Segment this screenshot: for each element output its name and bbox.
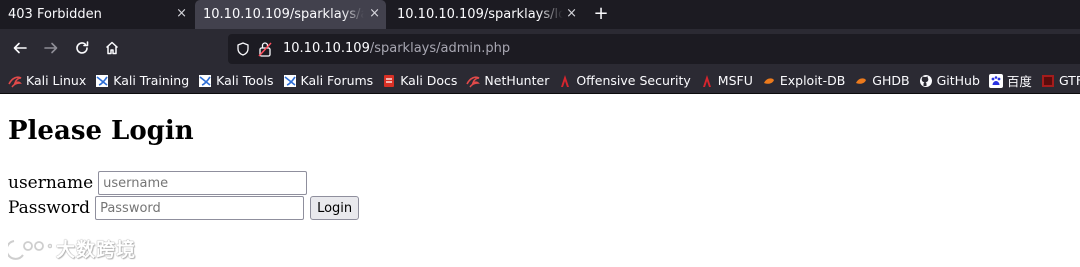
bookmark-kali-linux[interactable]: Kali Linux <box>8 70 86 92</box>
msfu-icon <box>700 74 714 88</box>
close-icon[interactable]: × <box>176 6 187 21</box>
url-bar[interactable]: 10.10.10.109/sparklays/admin.php <box>228 34 1080 64</box>
gtfobins-icon <box>1041 74 1055 88</box>
bookmark-kali-tools[interactable]: Kali Tools <box>198 70 274 92</box>
bookmarks-toolbar: Kali Linux Kali Training Kali Tools Kali… <box>0 68 1080 94</box>
password-row: Password Login <box>8 196 360 220</box>
home-button[interactable] <box>102 38 122 58</box>
bookmark-github[interactable]: GitHub <box>919 70 980 92</box>
url-path: /sparklays/admin.php <box>369 41 511 56</box>
home-icon <box>105 41 119 55</box>
bookmark-label: NetHunter <box>484 73 550 88</box>
arrow-right-icon <box>44 42 58 54</box>
username-row: username <box>8 171 308 195</box>
bookmark-label: 百度 <box>1006 74 1032 89</box>
bookmark-kali-docs[interactable]: Kali Docs <box>382 70 457 92</box>
bookmark-gtfobins[interactable]: GTFOBins <box>1041 70 1080 92</box>
bookmark-label: GTFOBins <box>1058 73 1080 88</box>
username-input[interactable] <box>98 171 308 195</box>
arrow-left-icon <box>13 42 27 54</box>
bookmark-nethunter[interactable]: NetHunter <box>466 70 549 92</box>
kali-tools-icon <box>198 74 212 88</box>
bookmark-label: Kali Training <box>113 73 190 88</box>
bookmark-label: Kali Forums <box>300 73 374 88</box>
forward-button[interactable] <box>41 38 61 58</box>
tab-403-forbidden[interactable]: 403 Forbidden × <box>0 0 193 29</box>
watermark-text: 大数跨境 <box>56 239 137 261</box>
page-content: Please Login username Password Login 大数跨… <box>0 95 1080 267</box>
bookmark-baidu[interactable]: 百度 <box>988 70 1032 92</box>
tab-admin-php[interactable]: 10.10.10.109/sparklays/admin.php × <box>195 0 386 29</box>
tab-title: 10.10.10.109/sparklays/login.php <box>397 7 563 22</box>
ghdb-icon <box>854 74 868 88</box>
tab-title: 10.10.10.109/sparklays/admin.php <box>203 7 367 22</box>
bookmark-exploit-db[interactable]: Exploit-DB <box>762 70 845 92</box>
password-input[interactable] <box>95 196 305 220</box>
bookmark-label: Offensive Security <box>576 73 691 88</box>
nethunter-icon <box>466 74 481 88</box>
watermark: 大数跨境 <box>8 235 136 262</box>
bookmark-kali-training[interactable]: Kali Training <box>95 70 189 92</box>
github-icon <box>919 74 933 88</box>
tab-strip: 403 Forbidden × 10.10.10.109/sparklays/a… <box>0 0 1080 29</box>
watermark-logo-icon <box>8 239 52 260</box>
username-label: username <box>8 173 94 193</box>
bookmark-kali-forums[interactable]: Kali Forums <box>283 70 374 92</box>
kali-dragon-icon <box>8 74 22 88</box>
bookmark-ghdb[interactable]: GHDB <box>854 70 910 92</box>
reload-button[interactable] <box>72 38 92 58</box>
reload-icon <box>76 41 89 54</box>
bookmark-offensive-security[interactable]: Offensive Security <box>558 70 691 92</box>
insecure-lock-icon[interactable] <box>258 41 272 57</box>
tracking-shield-icon[interactable] <box>236 42 250 56</box>
url-text[interactable]: 10.10.10.109/sparklays/admin.php <box>283 40 510 58</box>
bookmark-label: Kali Tools <box>216 73 274 88</box>
kali-training-icon <box>95 74 109 88</box>
url-host: 10.10.10.109 <box>283 41 370 56</box>
baidu-icon <box>988 73 1003 88</box>
navigation-toolbar: 10.10.10.109/sparklays/admin.php <box>0 29 1080 68</box>
bookmark-label: Kali Linux <box>26 73 87 88</box>
page-title: Please Login <box>8 116 194 146</box>
new-tab-button[interactable]: + <box>592 4 610 24</box>
login-button[interactable]: Login <box>310 196 360 220</box>
bookmark-label: Exploit-DB <box>779 73 846 88</box>
close-icon[interactable]: × <box>369 6 380 21</box>
tab-title: 403 Forbidden <box>8 7 102 22</box>
password-label: Password <box>8 198 91 218</box>
kali-docs-icon <box>382 74 396 88</box>
bookmark-label: GHDB <box>872 73 910 88</box>
tab-login-php[interactable]: 10.10.10.109/sparklays/login.php × <box>389 0 583 29</box>
bookmark-msfu[interactable]: MSFU <box>700 70 753 92</box>
bookmark-label: GitHub <box>936 73 980 88</box>
back-button[interactable] <box>10 38 30 58</box>
kali-forums-icon <box>283 74 297 88</box>
bookmark-label: Kali Docs <box>400 73 458 88</box>
bookmark-label: MSFU <box>717 73 753 88</box>
close-icon[interactable]: × <box>566 6 577 21</box>
offsec-icon <box>558 74 572 88</box>
exploit-db-icon <box>762 74 776 88</box>
